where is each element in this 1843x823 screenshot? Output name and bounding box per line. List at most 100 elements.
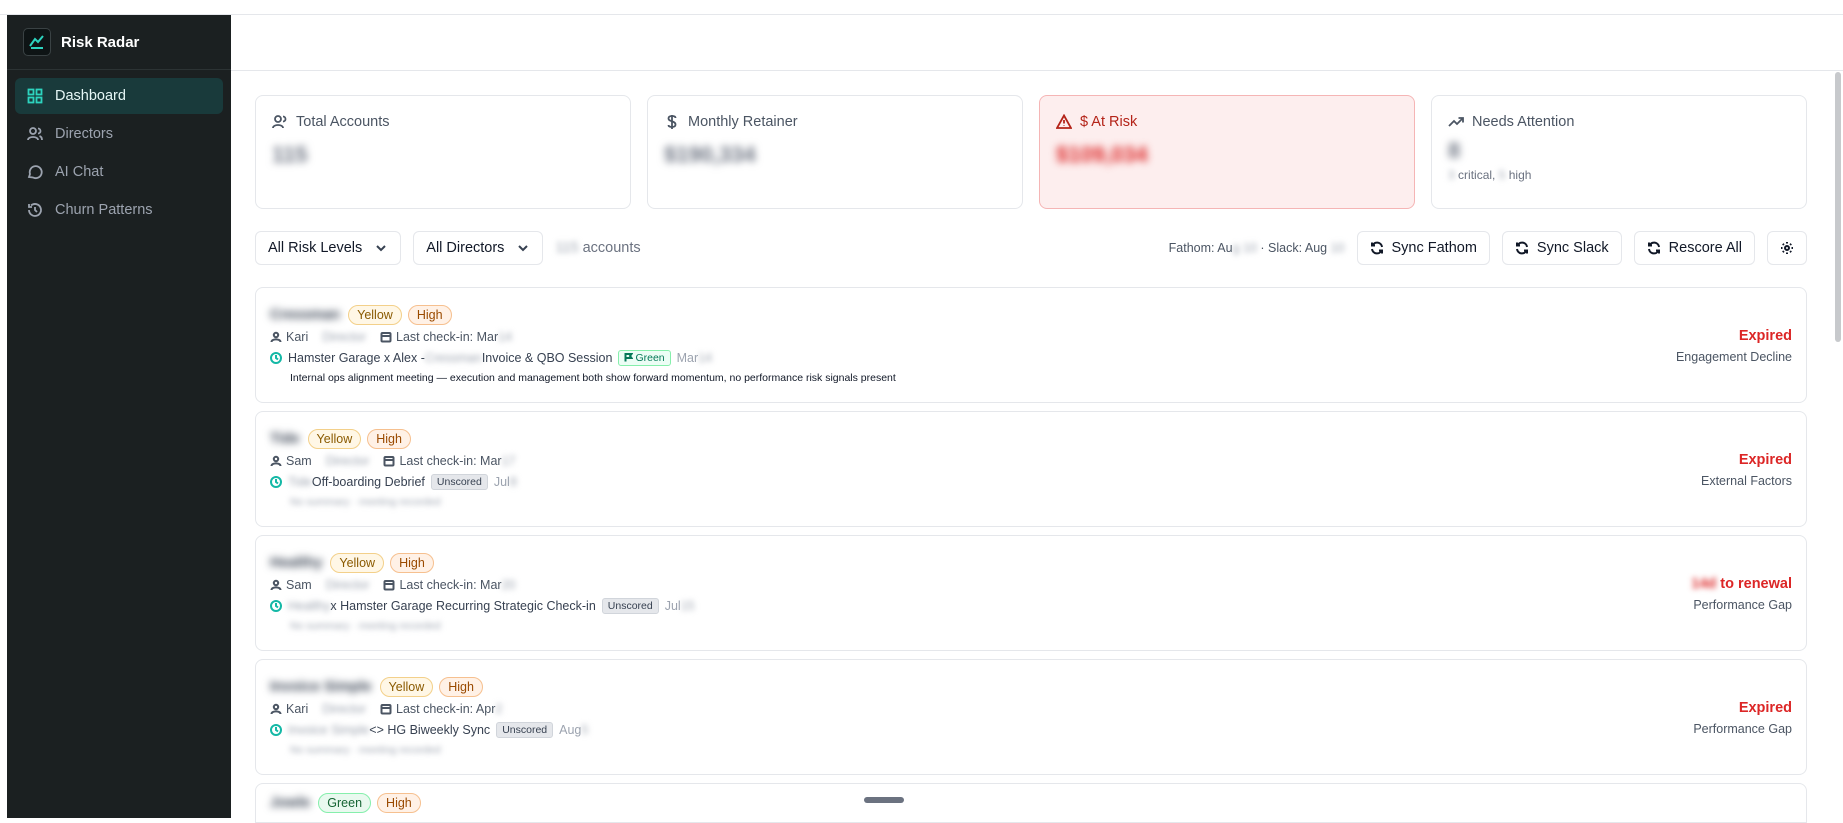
critical-label: critical, — [1458, 168, 1496, 182]
warning-icon — [1056, 114, 1072, 129]
sync-fathom-button[interactable]: Sync Fathom — [1356, 231, 1490, 265]
calendar-icon — [383, 580, 395, 591]
meeting-score-tag: Unscored — [496, 722, 554, 738]
account-meta: Kari Director Last check-in: Apr 2 — [270, 702, 1792, 716]
window-top-bar — [0, 0, 1843, 15]
clock-icon — [270, 476, 282, 488]
account-name: Invoice Simple — [270, 679, 372, 695]
meeting-summary: No summary · meeting recorded — [290, 496, 441, 508]
calendar-icon — [380, 704, 392, 715]
user-icon — [270, 703, 282, 715]
select-value: All Risk Levels — [268, 240, 363, 256]
sync-slack-button[interactable]: Sync Slack — [1501, 231, 1622, 265]
risk-badge: Yellow — [307, 429, 362, 449]
meeting-summary: Internal ops alignment meeting — executi… — [290, 372, 896, 384]
meeting-score-tag: Unscored — [601, 598, 659, 614]
monthly-retainer-value: $190,334 — [664, 142, 756, 167]
vertical-scrollbar[interactable] — [1835, 72, 1841, 342]
risk-badge: Yellow — [379, 677, 434, 697]
button-label: Rescore All — [1668, 240, 1742, 256]
main-header — [231, 15, 1843, 71]
horizontal-scrollbar[interactable] — [864, 797, 904, 803]
days-to-renewal: 14d — [1691, 576, 1717, 592]
meeting-client: Cressman — [424, 351, 482, 365]
sidebar-item-churn-patterns[interactable]: Churn Patterns — [15, 192, 223, 228]
sidebar-item-label: Dashboard — [55, 88, 126, 104]
risk-badge: Yellow — [330, 553, 385, 573]
account-row[interactable]: Jowle Green High — [255, 783, 1807, 823]
renewal-status: 14d to renewal Performance Gap — [1691, 576, 1792, 612]
account-name: Cressman — [270, 307, 341, 323]
users-icon — [27, 127, 43, 141]
account-list: Cressman Yellow High Kari Director Last … — [255, 287, 1807, 823]
monthly-retainer-card: Monthly Retainer $190,334 — [647, 95, 1023, 209]
latest-meeting: Hamster Garage x Alex - Cressman Invoice… — [270, 350, 1792, 366]
card-title: Monthly Retainer — [664, 114, 1006, 130]
user-icon — [270, 331, 282, 343]
window-left-edge — [0, 15, 7, 818]
refresh-icon — [1647, 241, 1660, 255]
last-checkin: Last check-in: Mar — [396, 330, 499, 344]
calendar-icon — [383, 456, 395, 467]
risk-badge: Green — [318, 793, 372, 813]
meeting-score-tag: Unscored — [430, 474, 488, 490]
high-label: high — [1508, 168, 1532, 182]
account-name: Tide — [270, 431, 300, 447]
flag-icon — [624, 353, 634, 362]
director-extra: Director — [325, 578, 370, 592]
account-row[interactable]: Cressman Yellow High Kari Director Last … — [255, 287, 1807, 403]
card-title: $ At Risk — [1056, 114, 1398, 130]
account-name: Jowle — [270, 795, 311, 811]
clock-icon — [270, 724, 282, 736]
slack-sync-label: · Slack: Aug — [1260, 241, 1328, 255]
last-checkin: Last check-in: Mar — [399, 578, 502, 592]
needs-attention-breakdown: 3 critical, 5 high — [1448, 168, 1790, 182]
director-select[interactable]: All Directors — [413, 231, 544, 265]
chevron-down-icon — [376, 245, 386, 252]
card-label: Total Accounts — [296, 114, 390, 130]
account-count-label: accounts — [582, 240, 641, 256]
card-label: Needs Attention — [1472, 114, 1575, 130]
sidebar-item-label: Churn Patterns — [55, 202, 153, 218]
sidebar-nav: Dashboard Directors AI Chat Churn Patter… — [7, 70, 231, 238]
card-title: Needs Attention — [1448, 114, 1790, 130]
meeting-title: Off-boarding Debrief — [311, 475, 425, 489]
calendar-icon — [380, 332, 392, 343]
settings-button[interactable] — [1767, 231, 1807, 265]
account-row[interactable]: Tide Yellow High Sam Director Last check… — [255, 411, 1807, 527]
last-checkin-day: 2 — [495, 702, 503, 716]
filter-toolbar: All Risk Levels All Directors 115 accoun… — [255, 231, 1807, 265]
needs-attention-value: 8 — [1448, 138, 1461, 163]
card-label: Monthly Retainer — [688, 114, 798, 130]
account-meta: Sam Director Last check-in: Mar 17 — [270, 454, 1792, 468]
meeting-client: Healthy — [288, 599, 331, 613]
renewal-status: Expired External Factors — [1701, 452, 1792, 488]
total-accounts-card: Total Accounts 115 — [255, 95, 631, 209]
dollar-icon — [667, 115, 677, 129]
account-header: Healthy Yellow High — [270, 552, 1792, 574]
rescore-all-button[interactable]: Rescore All — [1633, 231, 1755, 265]
risk-level-select[interactable]: All Risk Levels — [255, 231, 402, 265]
meeting-title: Hamster Garage x Alex - — [288, 351, 425, 365]
last-checkin: Last check-in: Apr — [396, 702, 496, 716]
meeting-day: 15 — [680, 599, 695, 613]
needs-attention-card: Needs Attention 8 3 critical, 5 high — [1431, 95, 1807, 209]
priority-badge: High — [407, 305, 452, 325]
sidebar-item-directors[interactable]: Directors — [15, 116, 223, 152]
account-row[interactable]: Healthy Yellow High Sam Director Last ch… — [255, 535, 1807, 651]
account-name: Healthy — [270, 555, 323, 571]
sidebar-item-ai-chat[interactable]: AI Chat — [15, 154, 223, 190]
button-label: Sync Slack — [1536, 240, 1609, 256]
high-count: 5 — [1498, 168, 1506, 182]
churn-reason: Engagement Decline — [1675, 350, 1792, 364]
meeting-date: Aug — [559, 723, 582, 737]
renewal-status: Expired Performance Gap — [1693, 700, 1792, 736]
sidebar-item-dashboard[interactable]: Dashboard — [15, 78, 223, 114]
director-name: Kari — [286, 702, 309, 716]
last-sync-status: Fathom: Aug 10 · Slack: Aug 10 — [1169, 241, 1345, 255]
account-row[interactable]: Invoice Simple Yellow High Kari Director… — [255, 659, 1807, 775]
slack-sync-date: 10 — [1327, 241, 1345, 255]
last-checkin-day: 17 — [501, 454, 516, 468]
status-text: Expired — [1738, 452, 1792, 468]
priority-badge: High — [377, 793, 421, 813]
